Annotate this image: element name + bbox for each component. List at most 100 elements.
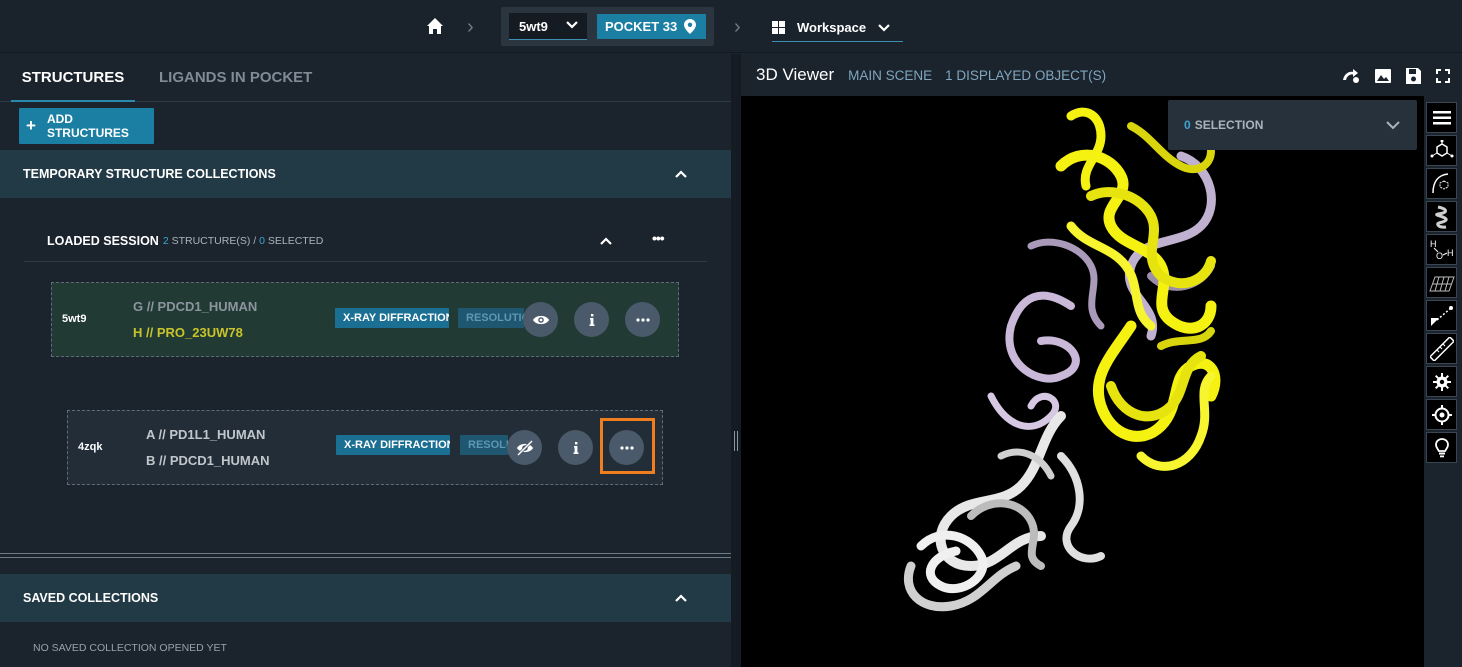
svg-text:O: O (1436, 251, 1443, 261)
more-options-icon[interactable]: ••• (652, 230, 665, 246)
structure-select[interactable]: 5wt9 (509, 13, 587, 40)
target-icon (1431, 404, 1452, 425)
structure-select-value: 5wt9 (519, 18, 548, 34)
more-options-button[interactable] (625, 302, 660, 337)
info-button[interactable] (558, 430, 593, 465)
info-button[interactable] (574, 302, 609, 337)
helix-tool[interactable] (1426, 201, 1457, 232)
resolution-badge: RESOLUTION (458, 308, 524, 328)
no-saved-message: NO SAVED COLLECTION OPENED YET (33, 642, 227, 654)
grid-tool[interactable] (1426, 267, 1457, 298)
chain-label: A // PD1L1_HUMAN (146, 427, 266, 442)
tips-tool[interactable] (1426, 432, 1457, 463)
displayed-objects-label[interactable]: 1 DISPLAYED OBJECT(S) (945, 68, 1106, 83)
menu-icon (1432, 110, 1451, 124)
scene-label[interactable]: MAIN SCENE (848, 68, 932, 83)
panel-splitter[interactable] (731, 54, 741, 667)
add-structures-button[interactable]: + ADD STRUCTURES (19, 108, 154, 144)
settings-tool[interactable] (1426, 366, 1457, 397)
pocket-label: POCKET 33 (605, 19, 678, 34)
tab-structures[interactable]: STRUCTURES (11, 68, 135, 102)
water-icon: HO H (1430, 239, 1454, 261)
distance-tool[interactable] (1426, 300, 1457, 331)
ruler-tool[interactable] (1426, 333, 1457, 364)
structure-count-suffix: STRUCTURE(S) / (171, 234, 257, 247)
eye-off-icon (516, 439, 533, 456)
bulb-icon (1434, 437, 1449, 457)
chevron-down-icon (1386, 121, 1400, 130)
method-badge: X-RAY DIFFRACTION (335, 308, 449, 328)
camera-rotate-icon[interactable] (1341, 66, 1361, 86)
plus-icon: + (26, 116, 36, 135)
chevron-up-icon[interactable] (599, 234, 613, 248)
tab-ligands-in-pocket[interactable]: LIGANDS IN POCKET (159, 68, 312, 86)
visibility-button[interactable] (523, 302, 558, 337)
surface-tool[interactable] (1426, 168, 1457, 199)
target-tool[interactable] (1426, 399, 1457, 430)
ellipsis-icon (635, 317, 650, 322)
drag-handle-icon[interactable] (734, 431, 738, 451)
protein-ribbon-render (903, 107, 1221, 612)
helix-icon (1434, 205, 1448, 229)
viewer-header: 3D Viewer MAIN SCENE 1 DISPLAYED OBJECT(… (741, 54, 1462, 96)
resolution-badge: RESOLUTION (460, 435, 508, 455)
pdb-id: 5wt9 (62, 313, 87, 325)
molecule-icon (1430, 139, 1453, 157)
grid-icon (772, 21, 785, 34)
location-pin-icon (684, 19, 696, 34)
chain-label: H // PRO_23UW78 (133, 325, 243, 340)
loaded-session-title: LOADED SESSION (47, 233, 159, 248)
selection-dropdown[interactable]: 0 SELECTION (1168, 100, 1417, 150)
menu-tool[interactable] (1426, 102, 1457, 133)
settings-icon (1432, 372, 1451, 391)
selected-count: 0 (259, 234, 265, 247)
highlight-box (600, 418, 655, 474)
surface-icon (1431, 172, 1448, 193)
temporary-collections-header[interactable]: TEMPORARY STRUCTURE COLLECTIONS (0, 150, 731, 198)
molecule-tool[interactable] (1426, 135, 1457, 166)
chain-label: G // PDCD1_HUMAN (133, 299, 258, 314)
chain-label: B // PDCD1_HUMAN (146, 453, 270, 468)
selection-count: 0 (1184, 118, 1191, 132)
structure-card-4zqk[interactable]: 4zqk A // PD1L1_HUMAN B // PDCD1_HUMAN X… (67, 410, 663, 485)
add-structures-label: ADD STRUCTURES (46, 112, 129, 140)
visibility-button[interactable] (507, 430, 542, 465)
chevron-up-icon[interactable] (674, 591, 688, 605)
structure-count: 2 (162, 234, 169, 247)
loaded-session-header: LOADED SESSION 2 STRUCTURE(S) / 0 SELECT… (24, 220, 707, 262)
divider (0, 553, 731, 554)
info-icon (573, 441, 578, 454)
water-tool[interactable]: HOH (1426, 234, 1457, 265)
pdb-id: 4zqk (78, 441, 103, 453)
divider (0, 557, 731, 558)
loaded-session-counts: 2 STRUCTURE(S) / 0 SELECTED (163, 235, 323, 247)
selected-count-suffix: SELECTED (267, 234, 324, 247)
svg-text:H: H (1447, 248, 1454, 258)
mesh-grid-icon (1428, 276, 1455, 291)
svg-text:H: H (1430, 239, 1437, 249)
workspace-select[interactable]: Workspace (772, 14, 903, 42)
structure-card-5wt9[interactable]: 5wt9 G // PDCD1_HUMAN H // PRO_23UW78 X-… (51, 282, 679, 357)
eye-icon (532, 315, 549, 324)
save-icon[interactable] (1403, 66, 1423, 86)
saved-collections-header[interactable]: SAVED COLLECTIONS (0, 574, 731, 622)
molecule-canvas[interactable]: 0 SELECTION (741, 96, 1424, 667)
home-icon[interactable] (424, 15, 446, 37)
viewer-toolbar: HOH (1426, 102, 1457, 499)
workspace-label: Workspace (797, 20, 867, 35)
info-icon (589, 313, 594, 326)
chevron-up-icon[interactable] (674, 167, 688, 181)
chevron-down-icon (566, 21, 578, 29)
image-icon[interactable] (1373, 66, 1393, 86)
saved-collections-title: SAVED COLLECTIONS (23, 591, 159, 605)
viewer-panel: 3D Viewer MAIN SCENE 1 DISPLAYED OBJECT(… (741, 54, 1462, 667)
chevron-right-icon: › (467, 16, 474, 38)
selection-label: SELECTION (1194, 118, 1264, 132)
fullscreen-icon[interactable] (1433, 66, 1453, 86)
chevron-right-icon: › (734, 16, 741, 38)
top-bar: › 5wt9 POCKET 33 › Workspace (0, 0, 1462, 53)
pocket-button[interactable]: POCKET 33 (597, 14, 706, 39)
temporary-collections-title: TEMPORARY STRUCTURE COLLECTIONS (23, 167, 276, 181)
viewer-title: 3D Viewer (756, 65, 835, 84)
ruler-icon (1429, 336, 1454, 361)
